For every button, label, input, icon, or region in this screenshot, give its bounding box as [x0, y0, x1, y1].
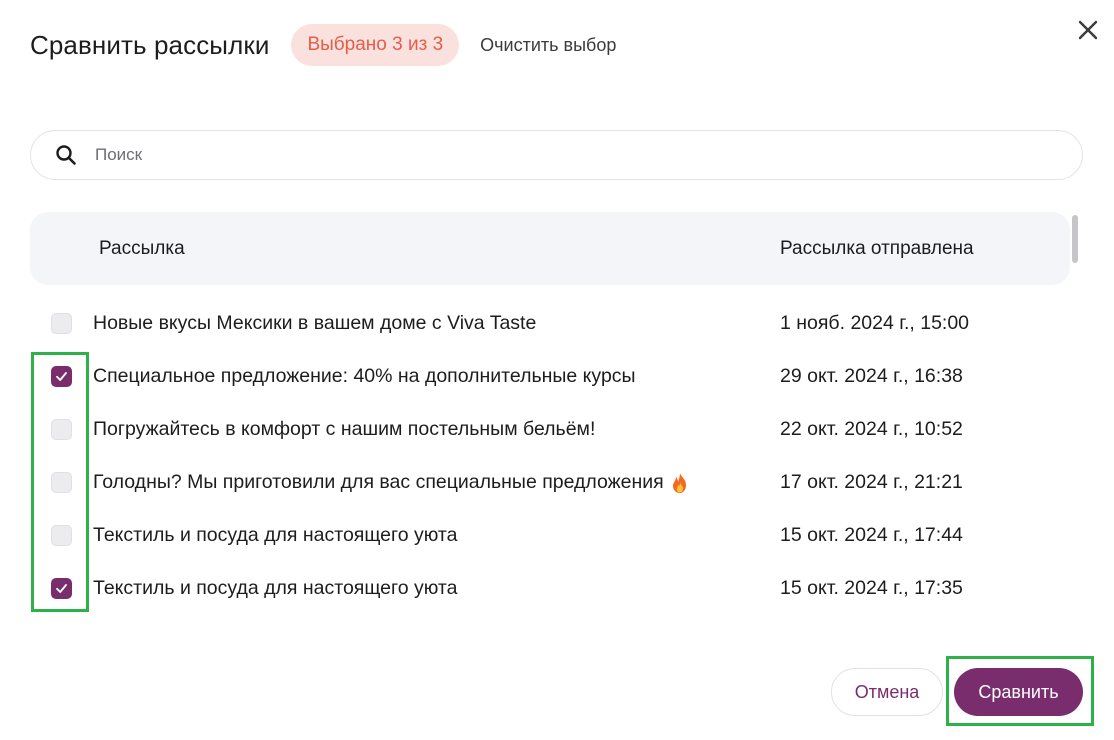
- mailing-sent-date: 15 окт. 2024 г., 17:44: [780, 524, 963, 546]
- selected-count-badge: Выбрано 3 из 3: [291, 24, 460, 66]
- dialog-header: Сравнить рассылки Выбрано 3 из 3 Очистит…: [30, 24, 616, 66]
- table-row[interactable]: Погружайтесь в комфорт с нашим постельны…: [0, 403, 1114, 456]
- mailing-name: Голодны? Мы приготовили для вас специаль…: [93, 471, 664, 493]
- table-row[interactable]: Новые вкусы Мексики в вашем доме с Viva …: [0, 297, 1114, 350]
- table-row[interactable]: Текстиль и посуда для настоящего уюта 15…: [0, 562, 1114, 615]
- search-icon: [55, 144, 77, 166]
- cancel-button[interactable]: Отмена: [831, 668, 943, 716]
- row-checkbox[interactable]: [51, 313, 72, 334]
- table-row[interactable]: Голодны? Мы приготовили для вас специаль…: [0, 456, 1114, 509]
- close-icon[interactable]: [1076, 18, 1100, 42]
- mailing-name: Специальное предложение: 40% на дополнит…: [93, 365, 636, 387]
- mailing-sent-date: 1 нояб. 2024 г., 15:00: [780, 312, 970, 334]
- mailing-sent-date: 15 окт. 2024 г., 17:35: [780, 577, 963, 599]
- clear-selection-link[interactable]: Очистить выбор: [480, 35, 616, 56]
- dialog-title: Сравнить рассылки: [30, 29, 270, 60]
- mailing-sent-date: 17 окт. 2024 г., 21:21: [780, 471, 963, 493]
- compare-highlight-frame: [946, 656, 1094, 726]
- table-row[interactable]: Текстиль и посуда для настоящего уюта 15…: [0, 509, 1114, 562]
- table-header: Рассылка Рассылка отправлена: [30, 212, 1070, 285]
- fire-icon: [670, 472, 690, 494]
- scrollbar-thumb[interactable]: [1072, 215, 1078, 263]
- mailing-name: Новые вкусы Мексики в вашем доме с Viva …: [93, 312, 537, 334]
- search-field[interactable]: [30, 130, 1083, 180]
- table-row[interactable]: Специальное предложение: 40% на дополнит…: [0, 350, 1114, 403]
- checkbox-highlight-frame: [31, 352, 89, 612]
- mailing-sent-date: 22 окт. 2024 г., 10:52: [780, 418, 963, 440]
- mailing-name-wrapper: Голодны? Мы приготовили для вас специаль…: [93, 456, 690, 509]
- column-header-date: Рассылка отправлена: [780, 237, 974, 259]
- column-header-name: Рассылка: [99, 237, 185, 259]
- mailing-name: Погружайтесь в комфорт с нашим постельны…: [93, 418, 596, 440]
- search-input[interactable]: [95, 145, 995, 165]
- mailing-sent-date: 29 окт. 2024 г., 16:38: [780, 365, 963, 387]
- mailing-name: Текстиль и посуда для настоящего уюта: [93, 524, 458, 546]
- mailing-name: Текстиль и посуда для настоящего уюта: [93, 577, 458, 599]
